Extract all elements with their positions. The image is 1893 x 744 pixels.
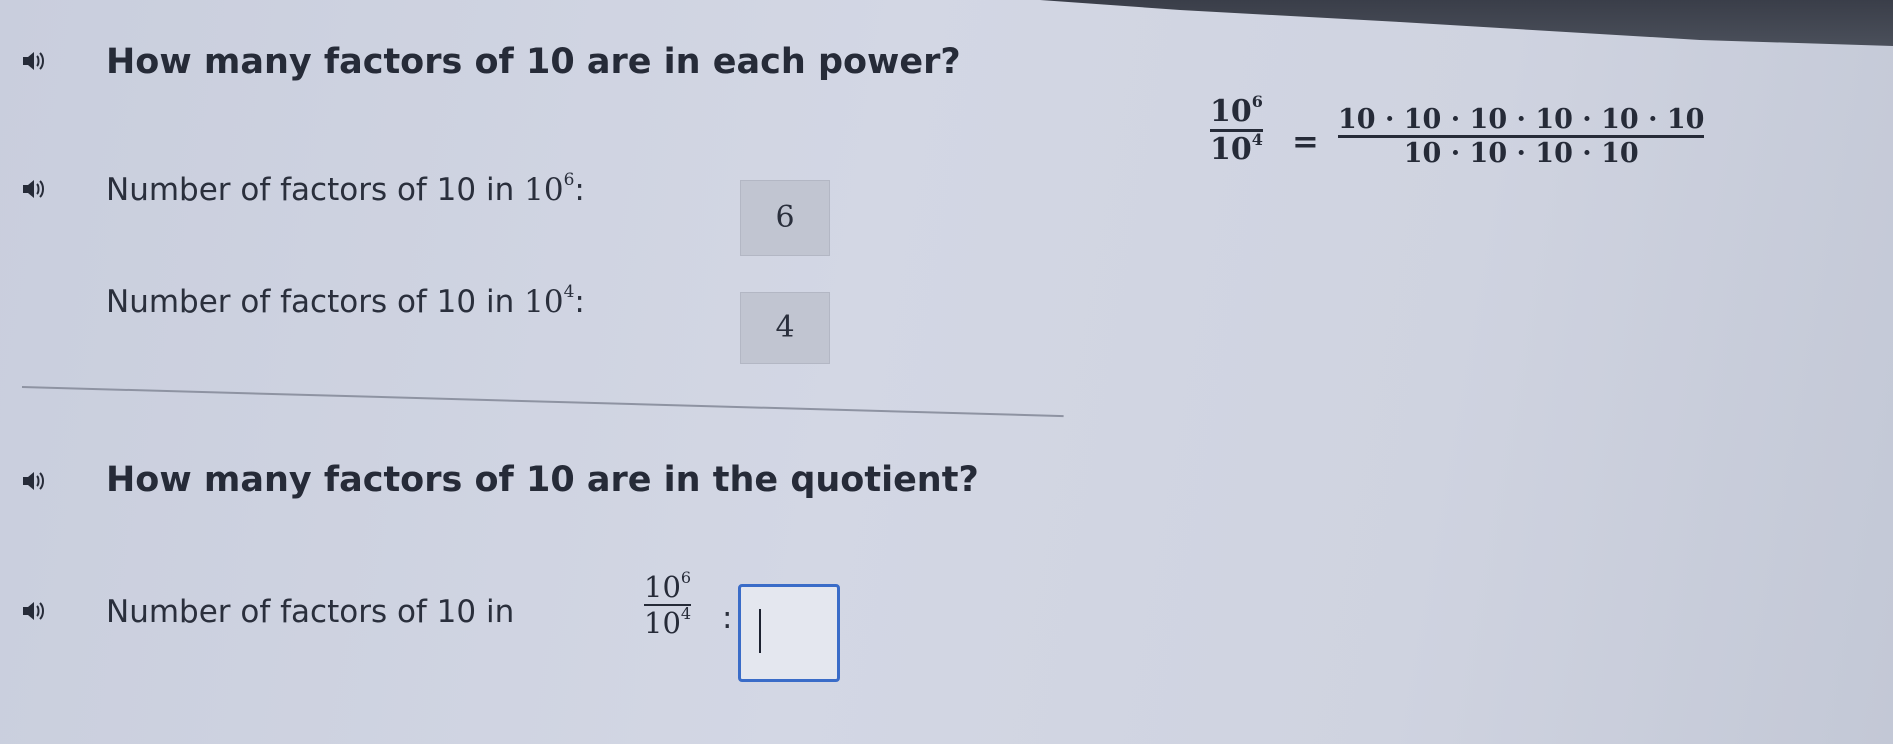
speaker-icon[interactable] (22, 470, 48, 492)
quotient-colon: : (722, 600, 733, 636)
question-each-power: How many factors of 10 are in each power… (106, 42, 961, 82)
rhs-denominator: 10 · 10 · 10 · 10 (1403, 138, 1639, 169)
lhs-numerator: 106 (1210, 92, 1263, 130)
row1-label: Number of factors of 10 in 106: (106, 170, 585, 209)
row2-label-text: Number of factors of 10 in (106, 284, 515, 320)
text-caret (759, 609, 761, 653)
row2-exponent: 4 (563, 282, 575, 302)
section-divider (21, 386, 1064, 418)
quotient-num-exp: 6 (680, 568, 692, 587)
quotient-fraction: 106 104 (644, 568, 692, 641)
quotient-answer-input[interactable] (738, 584, 840, 682)
speaker-icon[interactable] (22, 600, 48, 622)
lhs-den-base: 10 (1210, 132, 1252, 167)
row1-exponent: 6 (563, 170, 575, 190)
row1-label-text: Number of factors of 10 in (106, 172, 515, 208)
top-dark-bar (1040, 0, 1893, 46)
quotient-num-base: 10 (644, 570, 681, 604)
quotient-den-base: 10 (644, 606, 681, 640)
lhs-denominator: 104 (1210, 130, 1263, 168)
row1-colon: : (574, 172, 585, 208)
quotient-den-exp: 4 (680, 604, 692, 623)
quotient-row-label: Number of factors of 10 in (106, 594, 515, 630)
row2-colon: : (574, 284, 585, 320)
equation-lhs-fraction: 106 104 (1210, 94, 1263, 167)
row2-power: 104 (524, 282, 575, 321)
lhs-num-base: 10 (1210, 94, 1252, 129)
row2-answer-box[interactable]: 4 (740, 292, 830, 364)
quotient-numerator: 106 (644, 568, 692, 605)
row1-answer-box[interactable]: 6 (740, 180, 830, 256)
quotient-denominator: 104 (644, 604, 692, 641)
speaker-icon[interactable] (22, 178, 48, 200)
lhs-den-exp: 4 (1251, 130, 1263, 149)
speaker-icon[interactable] (22, 50, 48, 72)
row2-base: 10 (524, 284, 564, 320)
rhs-numerator: 10 · 10 · 10 · 10 · 10 · 10 (1338, 104, 1705, 135)
equation-equals: = (1292, 122, 1319, 160)
row2-label: Number of factors of 10 in 104: (106, 282, 585, 321)
question-quotient: How many factors of 10 are in the quotie… (106, 460, 979, 500)
equation-rhs-fraction: 10 · 10 · 10 · 10 · 10 · 10 10 · 10 · 10… (1338, 104, 1705, 169)
row1-base: 10 (524, 172, 564, 208)
row1-power: 106 (524, 170, 575, 209)
lhs-num-exp: 6 (1251, 92, 1263, 111)
